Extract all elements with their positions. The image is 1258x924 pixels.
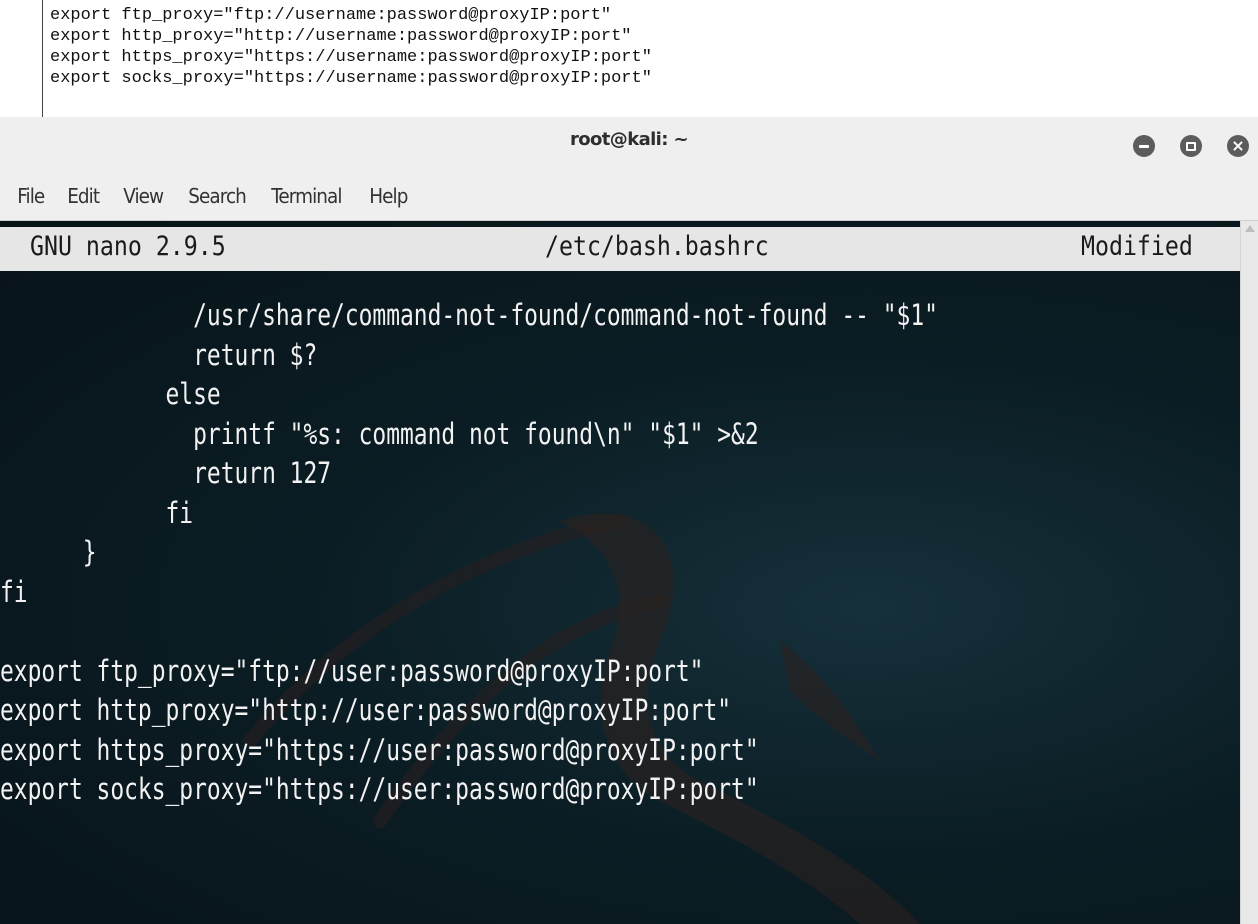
menu-search[interactable]: Search — [179, 178, 256, 214]
menu-bar: File Edit View Search Terminal Help — [0, 171, 1258, 221]
terminal-area[interactable]: GNU nano 2.9.5 /etc/bash.bashrc Modified… — [0, 221, 1240, 924]
snippet-line: export https_proxy="https://username:pas… — [50, 48, 652, 67]
vertical-scrollbar[interactable] — [1240, 221, 1258, 924]
editor-line: else — [0, 377, 221, 411]
editor-line: fi — [0, 574, 28, 609]
close-button[interactable] — [1227, 135, 1249, 157]
editor-content[interactable]: /usr/share/command-not-found/command-not… — [0, 296, 1240, 810]
nano-filename: /etc/bash.bashrc — [545, 231, 769, 262]
editor-line: printf "%s: command not found\n" "$1" >&… — [0, 416, 759, 451]
menu-edit[interactable]: Edit — [58, 178, 109, 214]
editor-line: export socks_proxy="https://user:passwor… — [0, 772, 759, 806]
editor-line: /usr/share/command-not-found/command-not… — [0, 298, 938, 332]
maximize-icon — [1186, 141, 1196, 151]
scroll-up-icon[interactable] — [1245, 225, 1255, 232]
editor-line: } — [0, 535, 97, 569]
window-title: root@kali: ~ — [569, 129, 689, 150]
menu-help[interactable]: Help — [360, 178, 418, 214]
menu-view[interactable]: View — [114, 178, 173, 214]
close-icon — [1232, 140, 1244, 152]
minimize-icon — [1139, 144, 1149, 148]
editor-line: export ftp_proxy="ftp://user:password@pr… — [0, 653, 704, 688]
editor-line: export https_proxy="https://user:passwor… — [0, 732, 759, 767]
nano-status: Modified — [1081, 231, 1193, 262]
editor-line: export http_proxy="http://user:password@… — [0, 693, 732, 727]
editor-line: fi — [0, 495, 194, 530]
code-snippet: export ftp_proxy="ftp://username:passwor… — [42, 0, 1042, 117]
snippet-line: export socks_proxy="https://username:pas… — [50, 69, 652, 88]
editor-line: return $? — [0, 337, 318, 372]
menu-terminal[interactable]: Terminal — [262, 178, 352, 214]
minimize-button[interactable] — [1133, 135, 1155, 157]
maximize-button[interactable] — [1180, 135, 1202, 157]
snippet-line: export http_proxy="http://username:passw… — [50, 27, 632, 46]
editor-line: return 127 — [0, 456, 332, 490]
title-bar[interactable]: root@kali: ~ — [0, 117, 1258, 171]
nano-header: GNU nano 2.9.5 /etc/bash.bashrc Modified — [0, 227, 1240, 271]
snippet-line: export ftp_proxy="ftp://username:passwor… — [50, 6, 612, 25]
menu-file[interactable]: File — [8, 178, 54, 214]
nano-version: GNU nano 2.9.5 — [30, 231, 226, 262]
